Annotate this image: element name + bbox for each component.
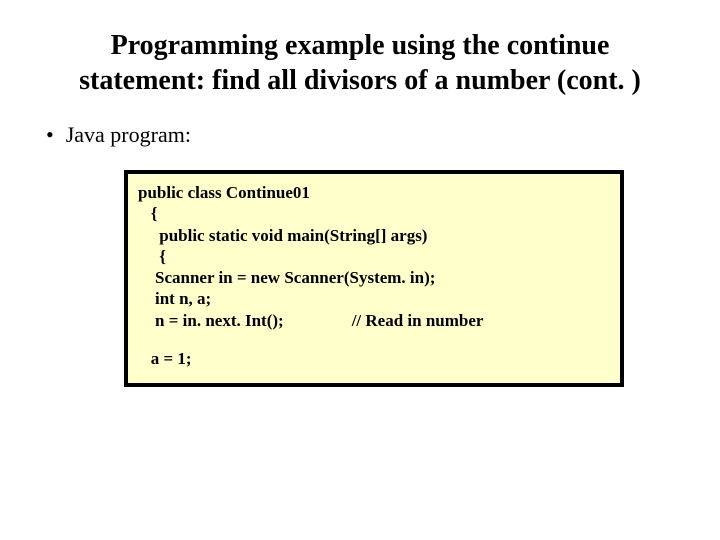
code-line: public static void main(String[] args) — [138, 225, 610, 246]
code-line: a = 1; — [138, 348, 610, 369]
code-line: { — [138, 203, 610, 224]
code-fragment: n = in. next. Int(); — [138, 310, 284, 331]
code-line: public class Continue01 — [138, 182, 610, 203]
bullet-dot-icon: • — [46, 122, 54, 148]
code-line: Scanner in = new Scanner(System. in); — [138, 267, 610, 288]
code-line: int n, a; — [138, 288, 610, 309]
code-blank-line — [138, 331, 610, 348]
code-block: public class Continue01 { public static … — [124, 170, 624, 387]
code-comment: // Read in number — [352, 310, 484, 331]
bullet-item: • Java program: — [46, 122, 680, 148]
code-line: { — [138, 246, 610, 267]
code-line: n = in. next. Int(); // Read in number — [138, 310, 610, 331]
bullet-text: Java program: — [66, 122, 191, 148]
slide-title: Programming example using the continue s… — [60, 28, 660, 98]
